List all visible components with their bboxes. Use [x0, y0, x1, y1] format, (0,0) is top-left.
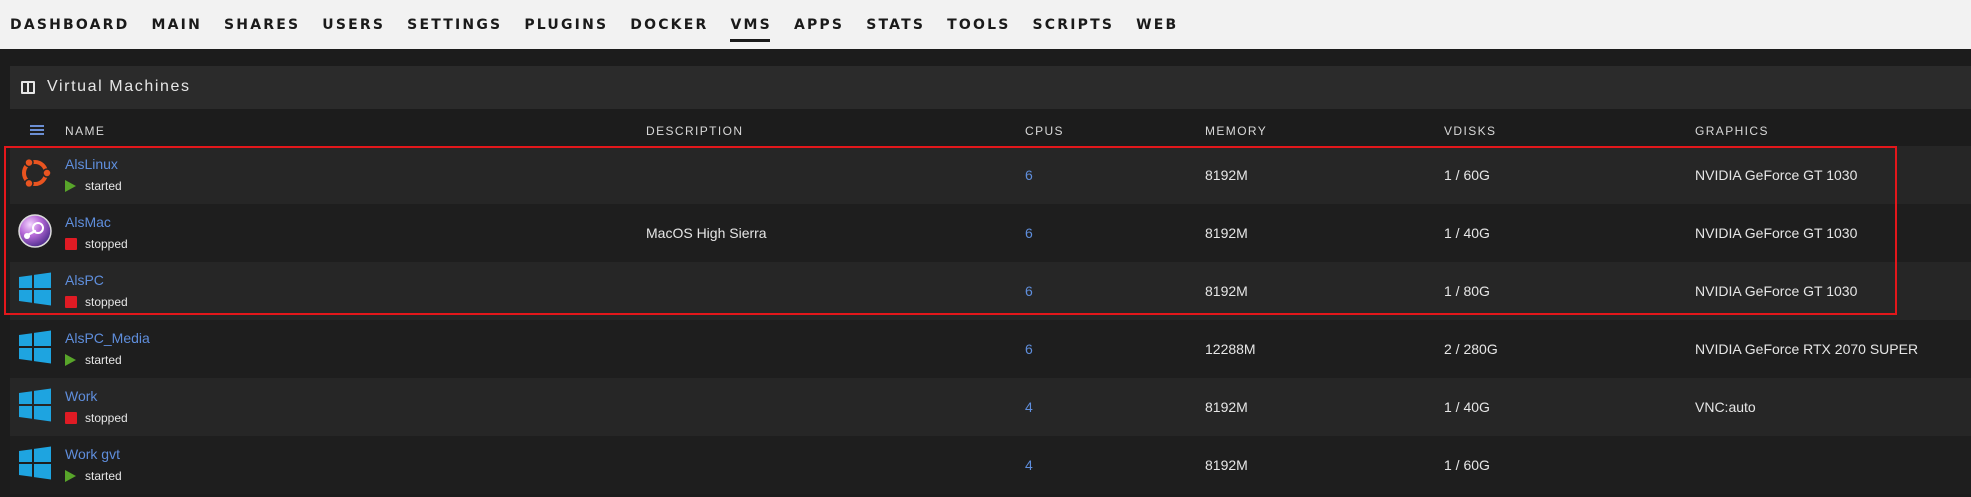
- nav-item-web[interactable]: WEB: [1136, 11, 1178, 39]
- windows-icon[interactable]: [18, 272, 52, 306]
- vm-state: started: [65, 179, 122, 193]
- vm-vdisks: 1 / 40G: [1444, 225, 1490, 241]
- vm-vdisks: 2 / 280G: [1444, 341, 1498, 357]
- column-vdisks[interactable]: VDISKS: [1444, 124, 1496, 138]
- vm-cpus-link[interactable]: 6: [1025, 283, 1033, 299]
- vm-name-link[interactable]: AlsPC: [65, 272, 104, 288]
- vm-cpus-link[interactable]: 6: [1025, 225, 1033, 241]
- nav-item-vms[interactable]: VMS: [730, 11, 771, 42]
- panel-header: Virtual Machines: [10, 66, 1971, 109]
- column-name[interactable]: NAME: [65, 124, 105, 138]
- column-description[interactable]: DESCRIPTION: [646, 124, 743, 138]
- nav-item-shares[interactable]: SHARES: [224, 11, 300, 39]
- vm-name-link[interactable]: AlsLinux: [65, 156, 118, 172]
- nav-item-main[interactable]: MAIN: [152, 11, 203, 39]
- vm-name-link[interactable]: Work gvt: [65, 446, 120, 462]
- vm-state: started: [65, 469, 122, 483]
- vm-graphics: NVIDIA GeForce GT 1030: [1695, 283, 1858, 299]
- windows-icon[interactable]: [18, 330, 52, 364]
- table-row[interactable]: AlsLinux started 6 8192M 1 / 60G NVIDIA GeFor…: [10, 146, 1971, 204]
- vm-panel: Virtual Machines NAME DESCRIPTION CPUS M…: [10, 66, 1971, 497]
- ubuntu-icon[interactable]: [18, 156, 52, 190]
- vm-vdisks: 1 / 60G: [1444, 457, 1490, 473]
- vm-cpus-link[interactable]: 4: [1025, 399, 1033, 415]
- vm-graphics: NVIDIA GeForce GT 1030: [1695, 225, 1858, 241]
- vm-description: MacOS High Sierra: [646, 225, 767, 241]
- column-cpus[interactable]: CPUS: [1025, 124, 1064, 138]
- vm-name-link[interactable]: Work: [65, 388, 97, 404]
- vm-cpus-link[interactable]: 4: [1025, 457, 1033, 473]
- vm-vdisks: 1 / 40G: [1444, 399, 1490, 415]
- nav-item-stats[interactable]: STATS: [866, 11, 925, 39]
- vm-vdisks: 1 / 60G: [1444, 167, 1490, 183]
- stop-icon: [65, 412, 77, 424]
- table-row[interactable]: AlsPC stopped 6 8192M 1 / 80G NVIDIA GeForce …: [10, 262, 1971, 320]
- play-icon: [65, 180, 76, 192]
- vm-memory: 8192M: [1205, 225, 1248, 241]
- table-header: NAME DESCRIPTION CPUS MEMORY VDISKS GRAP…: [10, 115, 1971, 145]
- nav-item-tools[interactable]: TOOLS: [947, 11, 1010, 39]
- column-graphics[interactable]: GRAPHICS: [1695, 124, 1769, 138]
- nav-item-apps[interactable]: APPS: [794, 11, 844, 39]
- vm-graphics: NVIDIA GeForce GT 1030: [1695, 167, 1858, 183]
- windows-icon[interactable]: [18, 446, 52, 480]
- vm-state: stopped: [65, 237, 128, 251]
- vm-state: started: [65, 353, 122, 367]
- table-row[interactable]: AlsPC_Mediastarted 6 12288M 2 / 280G NVIDIA …: [10, 320, 1971, 378]
- nav-item-scripts[interactable]: SCRIPTS: [1032, 11, 1114, 39]
- vm-state-label: stopped: [85, 411, 128, 425]
- table-row[interactable]: Work stopped 4 8192M 1 / 40G VNC:auto: [10, 378, 1971, 436]
- nav-item-settings[interactable]: SETTINGS: [407, 11, 502, 39]
- vm-state: stopped: [65, 411, 128, 425]
- vm-graphics: NVIDIA GeForce RTX 2070 SUPER: [1695, 341, 1919, 357]
- vm-state: stopped: [65, 295, 128, 309]
- vm-vdisks: 1 / 80G: [1444, 283, 1490, 299]
- vm-memory: 8192M: [1205, 167, 1248, 183]
- macos-icon[interactable]: [18, 214, 52, 248]
- vm-cpus-link[interactable]: 6: [1025, 341, 1033, 357]
- columns-icon: [21, 81, 35, 94]
- vm-name-link[interactable]: AlsMac: [65, 214, 111, 230]
- vm-state-label: started: [85, 353, 122, 367]
- column-memory[interactable]: MEMORY: [1205, 124, 1267, 138]
- vm-memory: 12288M: [1205, 341, 1256, 357]
- nav-item-dashboard[interactable]: DASHBOARD: [10, 11, 130, 39]
- vm-cpus-link[interactable]: 6: [1025, 167, 1033, 183]
- nav-item-plugins[interactable]: PLUGINS: [524, 11, 608, 39]
- nav-list: DASHBOARD MAIN SHARES USERS SETTINGS PLUGINS D…: [10, 0, 1200, 49]
- play-icon: [65, 354, 76, 366]
- play-icon: [65, 470, 76, 482]
- table-row[interactable]: AlsMac stopped MacOS High Sierra 6 8192M 1 / …: [10, 204, 1971, 262]
- vm-state-label: stopped: [85, 237, 128, 251]
- table-row[interactable]: Work gvt started 4 8192M 1 / 60G: [10, 436, 1971, 494]
- stop-icon: [65, 296, 77, 308]
- vm-state-label: stopped: [85, 295, 128, 309]
- nav-item-users[interactable]: USERS: [322, 11, 385, 39]
- vm-memory: 8192M: [1205, 283, 1248, 299]
- nav-item-docker[interactable]: DOCKER: [630, 11, 708, 39]
- list-view-icon[interactable]: [30, 125, 44, 136]
- panel-title: Virtual Machines: [47, 78, 191, 95]
- vm-state-label: started: [85, 469, 122, 483]
- vm-graphics: VNC:auto: [1695, 399, 1756, 415]
- vm-state-label: started: [85, 179, 122, 193]
- windows-icon[interactable]: [18, 388, 52, 422]
- vm-name-link[interactable]: AlsPC_Media: [65, 330, 150, 346]
- vm-memory: 8192M: [1205, 457, 1248, 473]
- vm-memory: 8192M: [1205, 399, 1248, 415]
- stop-icon: [65, 238, 77, 250]
- top-navigation: DASHBOARD MAIN SHARES USERS SETTINGS PLUGINS D…: [0, 0, 1971, 49]
